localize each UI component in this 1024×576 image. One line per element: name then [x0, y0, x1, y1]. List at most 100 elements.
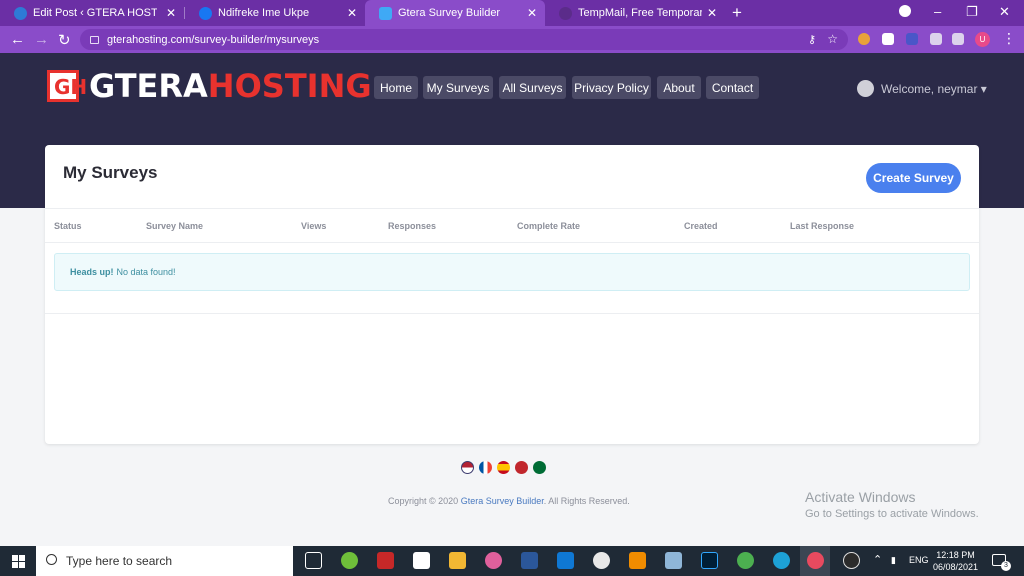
alert-heading: Heads up! [70, 267, 114, 277]
task-view-icon[interactable] [305, 552, 322, 569]
media-player-icon[interactable] [593, 552, 610, 569]
bookmark-star-icon[interactable]: ☆ [827, 32, 838, 46]
profile-dot-icon[interactable] [899, 5, 911, 17]
survey-builder-icon [379, 6, 392, 20]
column-created[interactable]: Created [684, 221, 718, 231]
taskbar-clock[interactable]: 12:18 PM 06/08/2021 [933, 549, 978, 573]
key-icon[interactable]: ⚷ [808, 33, 816, 46]
alert-message: No data found! [116, 267, 176, 277]
user-menu[interactable]: Welcome, neymar ▾ [857, 80, 987, 97]
user-avatar-icon [857, 80, 874, 97]
language-flags [461, 461, 551, 474]
restore-icon[interactable]: ❐ [966, 4, 978, 20]
logo-text-gtera: GTERA [89, 67, 208, 105]
reading-list-icon[interactable] [952, 33, 964, 45]
word-icon[interactable] [521, 552, 538, 569]
copyright-text: Copyright © 2020 Gtera Survey Builder. A… [388, 496, 630, 506]
lock-icon [90, 35, 99, 44]
nav-all-surveys[interactable]: All Surveys [499, 76, 566, 99]
vlc-icon[interactable] [629, 552, 646, 569]
browser-tab-strip: Edit Post ‹ GTERA HOSTING — W ✕ Ndifreke… [0, 0, 1024, 26]
logo-text-hosting: HOSTING [207, 67, 372, 105]
tab-label: Edit Post ‹ GTERA HOSTING — W [33, 7, 157, 19]
france-flag-icon[interactable] [479, 461, 492, 474]
edge-icon[interactable] [773, 552, 790, 569]
browser-toolbar: ← → ↻ gterahosting.com/survey-builder/my… [0, 26, 1024, 53]
column-responses[interactable]: Responses [388, 221, 436, 231]
app-icon[interactable] [341, 552, 358, 569]
forward-icon[interactable]: → [34, 31, 49, 48]
mail-icon[interactable] [557, 552, 574, 569]
minimize-icon[interactable]: – [934, 4, 941, 19]
chrome-profile-icon[interactable] [807, 552, 824, 569]
back-icon[interactable]: ← [10, 31, 25, 48]
activate-windows-watermark: Activate Windows Go to Settings to activ… [805, 489, 979, 520]
notification-icon[interactable]: 3 [992, 554, 1011, 571]
nav-home[interactable]: Home [374, 76, 418, 99]
store-icon[interactable] [413, 552, 430, 569]
extension-icon[interactable] [906, 33, 918, 45]
column-survey-name[interactable]: Survey Name [146, 221, 203, 231]
close-icon[interactable]: ✕ [347, 6, 357, 20]
column-views[interactable]: Views [301, 221, 326, 231]
puzzle-icon[interactable] [930, 33, 942, 45]
search-icon [46, 554, 57, 565]
close-icon[interactable]: ✕ [166, 6, 176, 20]
ghostery-extension-icon[interactable] [882, 33, 894, 45]
tab-label: Gtera Survey Builder [398, 7, 501, 19]
windows-start-icon[interactable] [12, 555, 25, 568]
close-icon[interactable]: ✕ [527, 6, 537, 20]
us-flag-icon[interactable] [461, 461, 474, 474]
nav-about[interactable]: About [657, 76, 701, 99]
surveys-table-header: Status Survey Name Views Responses Compl… [45, 208, 979, 243]
paint-icon[interactable] [485, 552, 502, 569]
tab-survey-builder[interactable]: Gtera Survey Builder ✕ [365, 0, 545, 26]
no-data-alert: Heads up! No data found! [54, 253, 970, 291]
facebook-icon [199, 6, 212, 20]
photoshop-icon[interactable] [701, 552, 718, 569]
window-close-icon[interactable]: ✕ [999, 4, 1010, 20]
create-survey-button[interactable]: Create Survey [866, 163, 961, 193]
profile-avatar[interactable]: U [975, 32, 990, 47]
filezilla-icon[interactable] [377, 552, 394, 569]
tab-label: TempMail, Free Temporary Mail A [578, 7, 702, 19]
surveys-card: My Surveys Create Survey Status Survey N… [45, 145, 979, 444]
kebab-menu-icon[interactable]: ⋮ [1002, 30, 1016, 47]
column-complete-rate[interactable]: Complete Rate [517, 221, 580, 231]
taskbar-search-input[interactable]: Type here to search [36, 546, 293, 576]
tray-chevron-icon[interactable]: ⌃ [873, 553, 882, 566]
nav-contact[interactable]: Contact [706, 76, 759, 99]
divider [45, 313, 979, 314]
column-status[interactable]: Status [54, 221, 82, 231]
reload-icon[interactable]: ↻ [58, 31, 71, 49]
new-tab-button[interactable]: + [732, 3, 742, 23]
tab-tempmail[interactable]: TempMail, Free Temporary Mail A ✕ [545, 0, 725, 26]
tab-label: Ndifreke Ime Ukpe [218, 7, 310, 19]
spain-flag-icon[interactable] [497, 461, 510, 474]
wordpress-icon [14, 6, 27, 20]
tempmail-icon [559, 6, 572, 20]
morocco-flag-icon[interactable] [515, 461, 528, 474]
obs-icon[interactable] [843, 552, 860, 569]
url-text: gterahosting.com/survey-builder/mysurvey… [107, 33, 320, 46]
welcome-text: Welcome, neymar ▾ [881, 81, 987, 96]
file-explorer-icon[interactable] [449, 552, 466, 569]
notepad-icon[interactable] [665, 552, 682, 569]
chrome-icon[interactable] [737, 552, 754, 569]
language-indicator[interactable]: ENG [909, 555, 929, 565]
network-icon[interactable]: ▮ [891, 555, 896, 566]
page-title: My Surveys [63, 163, 158, 182]
copyright-brand-link[interactable]: Gtera Survey Builder [461, 496, 544, 506]
logo-mark: GH [47, 70, 87, 102]
nav-my-surveys[interactable]: My Surveys [423, 76, 493, 99]
site-logo[interactable]: GH GTERA HOSTING [47, 67, 372, 105]
tab-edit-post[interactable]: Edit Post ‹ GTERA HOSTING — W ✕ [0, 0, 184, 26]
saudi-flag-icon[interactable] [533, 461, 546, 474]
column-last-response[interactable]: Last Response [790, 221, 854, 231]
cookie-extension-icon[interactable] [858, 33, 870, 45]
address-bar[interactable]: gterahosting.com/survey-builder/mysurvey… [80, 29, 848, 50]
windows-taskbar: Type here to search ⌃ ▮ ENG 12:18 PM 06/… [0, 546, 1024, 576]
nav-privacy-policy[interactable]: Privacy Policy [572, 76, 651, 99]
tab-facebook[interactable]: Ndifreke Ime Ukpe ✕ [185, 0, 365, 26]
close-icon[interactable]: ✕ [707, 6, 717, 20]
